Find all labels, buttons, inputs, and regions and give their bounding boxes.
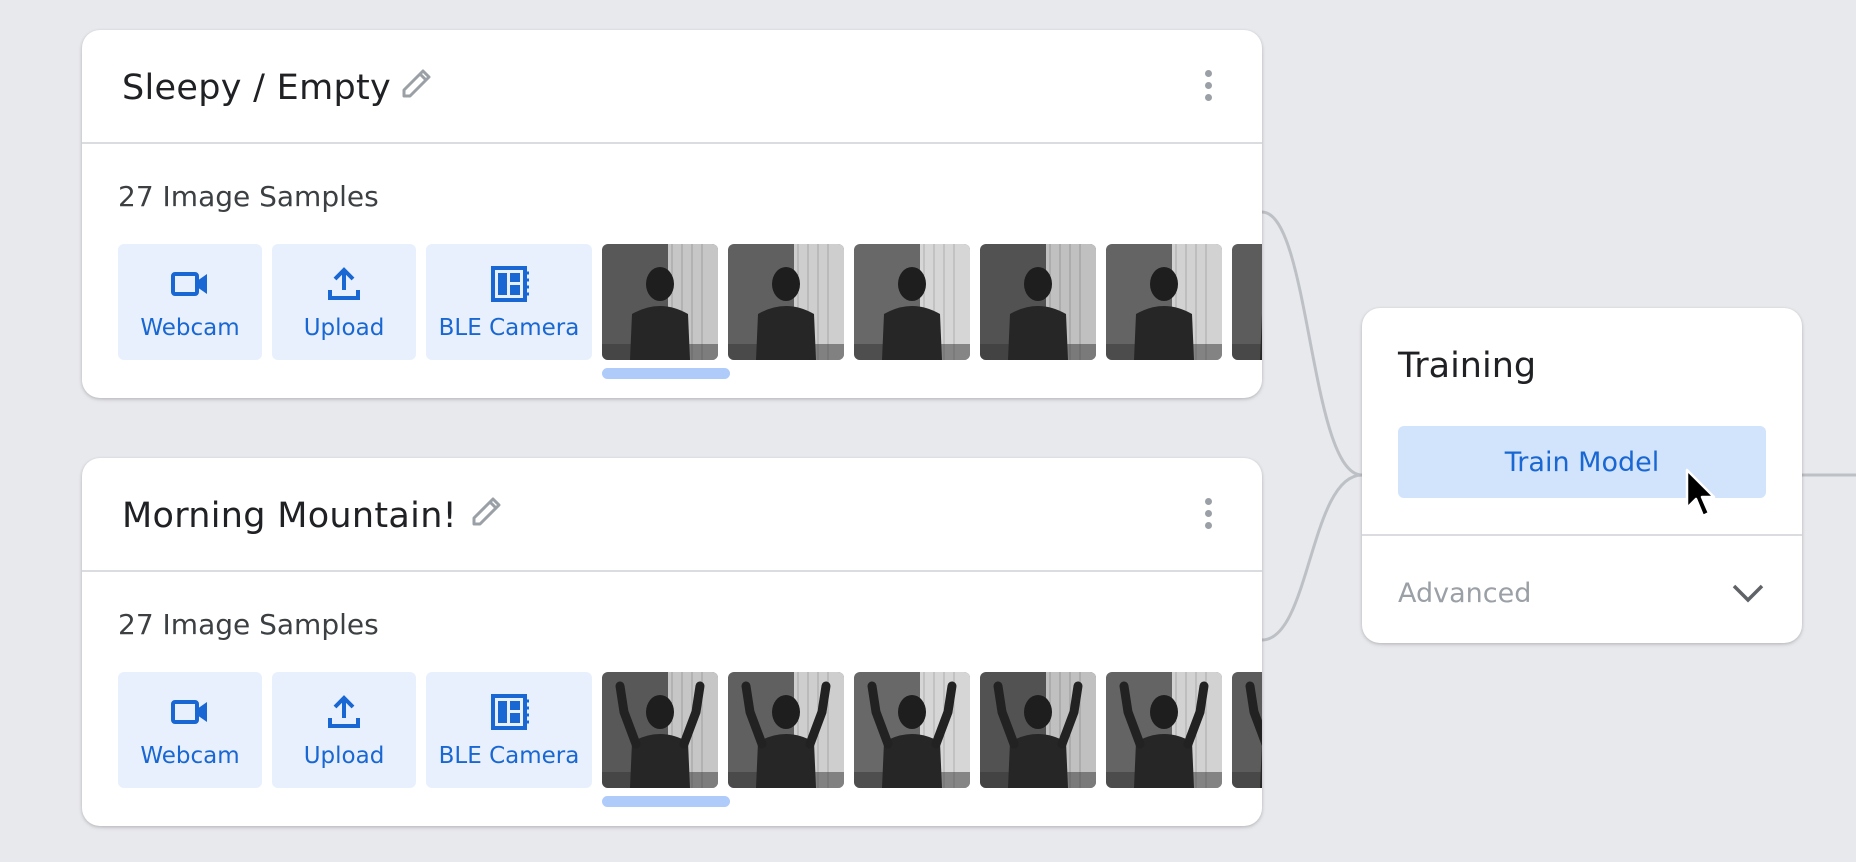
sample-thumbnail[interactable] (602, 672, 718, 788)
ble-camera-button[interactable]: BLE Camera (426, 672, 592, 788)
scroll-indicator[interactable] (602, 368, 730, 379)
class-title: Sleepy / Empty (122, 68, 392, 108)
pencil-icon[interactable] (396, 64, 436, 104)
sample-thumbnail[interactable] (602, 244, 718, 360)
class-card-morning-mountain: Morning Mountain! 27 Image Samples Webca… (82, 458, 1262, 826)
training-title: Training (1398, 346, 1537, 386)
upload-label: Upload (303, 743, 385, 769)
ble-camera-label: BLE Camera (438, 315, 580, 341)
sample-thumbnail[interactable] (980, 244, 1096, 360)
sample-thumbnail[interactable] (1106, 244, 1222, 360)
sample-row: Webcam Upload BLE Camera (118, 672, 1262, 788)
sample-thumbnail[interactable] (728, 244, 844, 360)
more-vert-icon[interactable] (1202, 70, 1214, 104)
upload-icon (328, 695, 360, 728)
webcam-icon (171, 700, 207, 724)
ble-camera-icon (491, 694, 529, 730)
ble-camera-button[interactable]: BLE Camera (426, 244, 592, 360)
divider (1362, 534, 1802, 536)
upload-icon (328, 267, 360, 300)
upload-label: Upload (303, 315, 385, 341)
chevron-down-icon (1732, 584, 1764, 603)
upload-button[interactable]: Upload (272, 672, 416, 788)
mouse-cursor-icon (1685, 468, 1716, 518)
scroll-indicator[interactable] (602, 796, 730, 807)
sample-thumbnail[interactable] (1106, 672, 1222, 788)
sample-thumbnail[interactable] (854, 244, 970, 360)
webcam-button[interactable]: Webcam (118, 244, 262, 360)
more-vert-icon[interactable] (1202, 498, 1214, 532)
advanced-label: Advanced (1398, 577, 1532, 609)
ble-camera-label: BLE Camera (438, 743, 580, 769)
ble-camera-icon (491, 266, 529, 302)
pencil-icon[interactable] (466, 492, 506, 532)
sample-thumbnail[interactable] (1232, 244, 1262, 360)
samples-count: 27 Image Samples (118, 180, 379, 213)
sample-thumbnail[interactable] (728, 672, 844, 788)
sample-thumbnail[interactable] (1232, 672, 1262, 788)
sample-thumbnail[interactable] (980, 672, 1096, 788)
upload-button[interactable]: Upload (272, 244, 416, 360)
sample-thumbnail[interactable] (854, 672, 970, 788)
class-title: Morning Mountain! (122, 496, 458, 536)
card-header: Sleepy / Empty (82, 30, 1262, 144)
webcam-button[interactable]: Webcam (118, 672, 262, 788)
samples-count: 27 Image Samples (118, 608, 379, 641)
training-card: Training Train Model Advanced (1362, 308, 1802, 643)
sample-row: Webcam Upload BLE Camera (118, 244, 1262, 360)
webcam-label: Webcam (140, 315, 240, 341)
card-header: Morning Mountain! (82, 458, 1262, 572)
webcam-label: Webcam (140, 743, 240, 769)
webcam-icon (171, 272, 207, 296)
class-card-sleepy-empty: Sleepy / Empty 27 Image Samples Webcam U… (82, 30, 1262, 398)
advanced-toggle[interactable]: Advanced (1398, 570, 1766, 616)
